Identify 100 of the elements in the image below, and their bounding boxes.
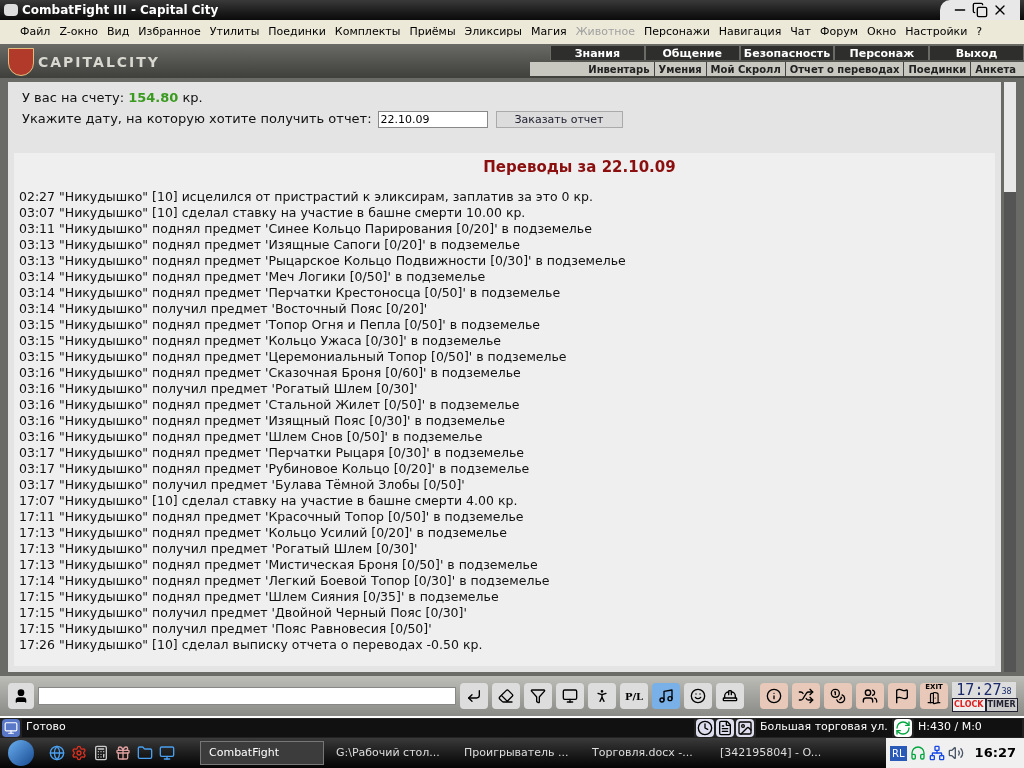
language-indicator[interactable]: RL [890, 745, 907, 761]
monitor-icon[interactable] [556, 683, 584, 709]
log-line: 03:17 "Никудышко" поднял предмет 'Перчатки Рыцаря [0/30]' в подземелье [19, 445, 525, 461]
sub-nav-link[interactable]: Отчет о переводах [785, 62, 905, 76]
log-line: 03:13 "Никудышко" поднял предмет 'Изящные Сапоги [0/20]' в подземелье [19, 237, 521, 253]
log-line: 03:13 "Никудышко" поднял предмет 'Рыцарское Кольцо Подвижности [0/30]' в подземелье [19, 253, 627, 269]
order-report-button[interactable]: Заказать отчет [495, 110, 623, 128]
date-field[interactable]: 22.10.09 [377, 110, 488, 128]
sub-nav-link[interactable]: Инвентарь [584, 62, 655, 76]
hp-mana-text: H:430 / M:0 [914, 719, 1022, 737]
log-line: 17:07 "Никудышко" [10] сделал ставку на участие в башне смерти 4.00 кр. [19, 493, 519, 509]
clock-seconds: 38 [1001, 686, 1012, 698]
sub-nav-link[interactable]: Анкета [971, 62, 1020, 76]
refresh-icon[interactable] [894, 719, 912, 737]
music-icon[interactable] [652, 683, 680, 709]
coins-icon[interactable] [824, 683, 852, 709]
account-balance: У вас на счету: 154.80 кр. [22, 89, 204, 107]
menu-item[interactable]: Поединки [264, 23, 330, 41]
clock-time: 17:27 [956, 682, 1002, 698]
menu-item[interactable]: Вид [103, 23, 134, 41]
taskbar-button[interactable]: G:\Рабочий стол... [328, 741, 452, 765]
menu-item[interactable]: Комплекты [330, 23, 405, 41]
log-line: 03:15 "Никудышко" поднял предмет 'Топор Огня и Пепла [0/50]' в подземелье [19, 317, 542, 333]
log-line: 17:15 "Никудышко" поднял предмет 'Шлем Сияния [0/35]' в подземелье [19, 589, 500, 605]
people-icon[interactable] [856, 683, 884, 709]
menu-item[interactable]: ? [972, 23, 987, 41]
menu-item[interactable]: Форум [815, 23, 862, 41]
log-line: 03:16 "Никудышко" поднял предмет 'Сказочная Броня [0/60]' в подземелье [19, 365, 522, 381]
picture-icon[interactable] [736, 719, 754, 737]
top-nav-link[interactable]: Безопасность [739, 46, 835, 60]
chat-input[interactable] [38, 687, 456, 705]
menu-item[interactable]: Окно [862, 23, 901, 41]
log-line: 17:14 "Никудышко" поднял предмет 'Легкий Боевой Топор [0/30]' в подземелье [19, 573, 551, 589]
door-icon [927, 691, 941, 705]
top-nav-link[interactable]: Персонаж [834, 46, 930, 60]
menu-item[interactable]: Избранное [134, 23, 205, 41]
smile-icon[interactable] [684, 683, 712, 709]
top-nav-link[interactable]: Общение [644, 46, 740, 60]
log-line: 02:27 "Никудышко" [10] исцелился от пристрастий к эликсирам, заплатив за это 0 кр. [19, 189, 594, 205]
menu-item[interactable]: Эликсиры [460, 23, 526, 41]
menu-item[interactable]: Приёмы [405, 23, 460, 41]
log-line: 03:14 "Никудышко" поднял предмет 'Меч Логики [0/50]' в подземелье [19, 269, 487, 285]
taskbar-button[interactable]: Проигрыватель ... [456, 741, 580, 765]
scrollbar[interactable] [1004, 82, 1016, 672]
log-line: 17:13 "Никудышко" поднял предмет 'Мистическая Броня [0/50]' в подземелье [19, 557, 539, 573]
log-line: 03:17 "Никудышко" поднял предмет 'Рубиновое Кольцо [0/20]' в подземелье [19, 461, 531, 477]
top-nav-link[interactable]: Выход [929, 46, 1024, 60]
log-line: 17:26 "Никудышко" [10] сделал выписку отчета о переводах -0.50 кр. [19, 637, 484, 653]
folder-icon[interactable] [136, 744, 154, 762]
log-line: 17:13 "Никудышко" получил предмет 'Рогатый Шлем [0/30]' [19, 541, 419, 557]
gift-icon[interactable] [114, 744, 132, 762]
browser-icon[interactable] [48, 744, 66, 762]
start-button[interactable] [8, 740, 34, 766]
restore-icon[interactable] [972, 2, 988, 18]
menu-item[interactable]: Чат [786, 23, 815, 41]
log-line: 17:13 "Никудышко" поднял предмет 'Кольцо Усилий [0/20]' в подземелье [19, 525, 508, 541]
log-line: 03:16 "Никудышко" поднял предмет 'Шлем Снов [0/50]' в подземелье [19, 429, 484, 445]
taskbar-button[interactable]: Торговля.docx -... [584, 741, 708, 765]
calculator-icon[interactable] [92, 744, 110, 762]
flag-icon[interactable] [888, 683, 916, 709]
pl-button[interactable]: P/L [620, 683, 648, 709]
sub-nav-link[interactable]: Умения [654, 62, 707, 76]
status-icon[interactable] [2, 719, 20, 737]
log-line: 03:15 "Никудышко" поднял предмет 'Церемониальный Топор [0/50]' в подземелье [19, 349, 568, 365]
network-icon[interactable] [928, 745, 945, 761]
crest-icon [8, 48, 34, 76]
timer-tab[interactable]: TIMER [985, 698, 1018, 712]
report-title: Переводы за 22.10.09 [482, 157, 677, 178]
top-nav-link[interactable]: Знания [550, 46, 645, 60]
log-line: 03:14 "Никудышко" получил предмет 'Восточный Пояс [0/20]' [19, 301, 429, 317]
filter-icon[interactable] [524, 683, 552, 709]
desktop-icon[interactable] [158, 744, 176, 762]
sub-nav-link[interactable]: Мой Скролл [706, 62, 786, 76]
log-line: 03:15 "Никудышко" поднял предмет 'Кольцо Ужаса [0/30]' в подземелье [19, 333, 503, 349]
eraser-icon[interactable] [492, 683, 520, 709]
system-clock: 16:27 [974, 744, 1016, 763]
log-line: 17:11 "Никудышко" поднял предмет 'Красочный Топор [0/50]' в подземелье [19, 509, 525, 525]
headphones-icon[interactable] [909, 745, 926, 761]
taskbar-button[interactable]: CombatFight [200, 741, 324, 765]
sub-nav-link[interactable]: Поединки [904, 62, 972, 76]
menu-item[interactable]: Магия [526, 23, 571, 41]
log-line: 03:16 "Никудышко" поднял предмет 'Изящный Пояс [0/30]' в подземелье [19, 413, 506, 429]
volume-icon[interactable] [947, 745, 964, 761]
clock-tab[interactable]: CLOCK [952, 698, 986, 712]
logo: CAPITALCITY [38, 53, 160, 72]
menu-item[interactable]: Навигация [714, 23, 786, 41]
helmet-icon[interactable] [716, 683, 744, 709]
menu-item[interactable]: Персонажи [640, 23, 714, 41]
menu-item[interactable]: Файл [16, 23, 55, 41]
status-text: Готово [22, 719, 694, 737]
menu-item[interactable]: Настройки [901, 23, 972, 41]
date-label: Укажите дату, на которую хотите получить отчет: [22, 110, 372, 129]
document-icon[interactable] [716, 719, 734, 737]
menu-item[interactable]: Z-окно [55, 23, 102, 41]
window-title: CombatFight III - Capital City [22, 2, 219, 19]
taskbar-button[interactable]: [342195804] - O... [712, 741, 836, 765]
log-line: 03:16 "Никудышко" поднял предмет 'Стальной Жилет [0/50]' в подземелье [19, 397, 521, 413]
menu-item[interactable]: Утилиты [205, 23, 264, 41]
enter-icon[interactable] [460, 683, 488, 709]
clock-icon[interactable] [696, 719, 714, 737]
